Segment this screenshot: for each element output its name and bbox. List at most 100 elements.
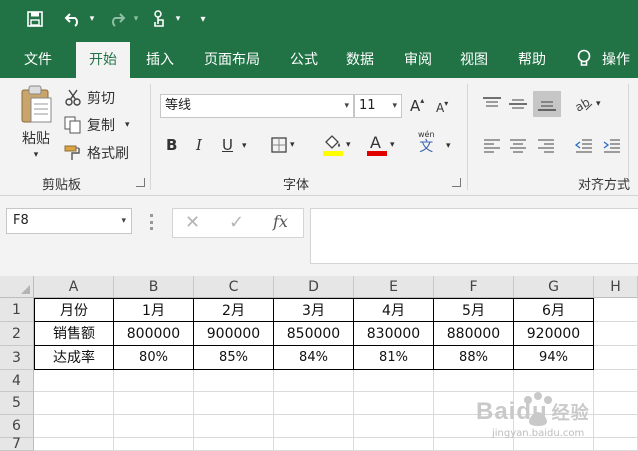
- touch-mode-dropdown-icon[interactable]: ▾: [172, 6, 184, 32]
- row-header-7[interactable]: 7: [0, 437, 34, 451]
- font-size-select[interactable]: 11 ▾: [354, 94, 402, 118]
- column-header-g[interactable]: G: [514, 276, 594, 298]
- name-box[interactable]: F8 ▾: [6, 208, 132, 234]
- cell-f1[interactable]: 5月: [434, 298, 514, 322]
- undo-dropdown-icon[interactable]: ▾: [86, 6, 98, 32]
- cell-d6[interactable]: [274, 415, 354, 438]
- middle-align-button[interactable]: [508, 94, 528, 114]
- cell-b1[interactable]: 1月: [114, 298, 194, 322]
- row-header-4[interactable]: 4: [0, 370, 34, 392]
- cell-f3[interactable]: 88%: [434, 346, 514, 370]
- paste-dropdown-icon[interactable]: ▾: [34, 150, 39, 160]
- tab-help[interactable]: 帮助: [506, 42, 558, 78]
- decrease-indent-button[interactable]: [574, 136, 594, 156]
- cut-button[interactable]: 剪切: [64, 88, 115, 108]
- align-right-button[interactable]: [536, 136, 556, 156]
- bottom-align-button[interactable]: [533, 91, 561, 117]
- column-header-a[interactable]: A: [34, 276, 114, 298]
- column-header-h[interactable]: H: [594, 276, 638, 298]
- select-all-button[interactable]: [0, 276, 34, 298]
- column-header-f[interactable]: F: [434, 276, 514, 298]
- cell-c2[interactable]: 900000: [194, 322, 274, 346]
- cell-g2[interactable]: 920000: [514, 322, 594, 346]
- save-icon[interactable]: [22, 6, 48, 32]
- italic-button[interactable]: I: [196, 134, 202, 156]
- cell-e4[interactable]: [354, 370, 434, 392]
- formula-input[interactable]: [310, 208, 638, 264]
- borders-button[interactable]: ▾: [270, 134, 295, 156]
- cell-d2[interactable]: 850000: [274, 322, 354, 346]
- fill-color-button[interactable]: ▾: [322, 132, 351, 158]
- cell-a5[interactable]: [34, 392, 114, 415]
- column-header-d[interactable]: D: [274, 276, 354, 298]
- cell-e5[interactable]: [354, 392, 434, 415]
- cell-e6[interactable]: [354, 415, 434, 438]
- cell-d3[interactable]: 84%: [274, 346, 354, 370]
- touch-mode-icon[interactable]: [146, 6, 172, 32]
- cell-a3[interactable]: 达成率: [34, 346, 114, 370]
- row-header-5[interactable]: 5: [0, 392, 34, 415]
- row-header-2[interactable]: 2: [0, 322, 34, 346]
- cell-c1[interactable]: 2月: [194, 298, 274, 322]
- clipboard-launcher-icon[interactable]: [136, 178, 145, 187]
- increase-indent-button[interactable]: [602, 136, 622, 156]
- align-center-button[interactable]: [508, 136, 528, 156]
- cell-d4[interactable]: [274, 370, 354, 392]
- cell-b4[interactable]: [114, 370, 194, 392]
- font-color-button[interactable]: A ▾: [366, 132, 395, 158]
- cell-d1[interactable]: 3月: [274, 298, 354, 322]
- tab-file[interactable]: 文件: [12, 42, 64, 78]
- tell-me-search[interactable]: 操作: [602, 42, 638, 78]
- format-painter-button[interactable]: 格式刷: [64, 143, 129, 163]
- column-header-b[interactable]: B: [114, 276, 194, 298]
- cell-e3[interactable]: 81%: [354, 346, 434, 370]
- cell-e1[interactable]: 4月: [354, 298, 434, 322]
- font-launcher-icon[interactable]: [452, 178, 461, 187]
- cell-d5[interactable]: [274, 392, 354, 415]
- copy-button[interactable]: 复制 ▾: [64, 115, 130, 135]
- cell-e7[interactable]: [354, 438, 434, 451]
- undo-icon[interactable]: [60, 6, 86, 32]
- cell-c4[interactable]: [194, 370, 274, 392]
- cell-c6[interactable]: [194, 415, 274, 438]
- tab-formulas[interactable]: 公式: [280, 42, 328, 78]
- cell-b6[interactable]: [114, 415, 194, 438]
- row-header-6[interactable]: 6: [0, 415, 34, 438]
- cell-a2[interactable]: 销售额: [34, 322, 114, 346]
- tab-review[interactable]: 审阅: [394, 42, 442, 78]
- cell-c3[interactable]: 85%: [194, 346, 274, 370]
- underline-dropdown-icon[interactable]: ▾: [242, 136, 247, 156]
- cell-h1[interactable]: [594, 298, 638, 322]
- row-header-3[interactable]: 3: [0, 346, 34, 370]
- copy-dropdown-icon[interactable]: ▾: [125, 120, 130, 130]
- font-name-select[interactable]: 等线 ▾: [160, 94, 354, 118]
- lightbulb-icon[interactable]: [574, 48, 594, 70]
- tab-home[interactable]: 开始: [76, 42, 130, 78]
- tab-page-layout[interactable]: 页面布局: [194, 42, 270, 78]
- cell-f2[interactable]: 880000: [434, 322, 514, 346]
- cell-e2[interactable]: 830000: [354, 322, 434, 346]
- tab-insert[interactable]: 插入: [136, 42, 184, 78]
- cell-b2[interactable]: 800000: [114, 322, 194, 346]
- tab-view[interactable]: 视图: [450, 42, 498, 78]
- align-left-button[interactable]: [482, 136, 502, 156]
- grow-font-button[interactable]: A ▴: [410, 96, 424, 116]
- cell-a1[interactable]: 月份: [34, 298, 114, 322]
- row-header-1[interactable]: 1: [0, 298, 34, 322]
- cell-b3[interactable]: 80%: [114, 346, 194, 370]
- cell-a4[interactable]: [34, 370, 114, 392]
- cell-a6[interactable]: [34, 415, 114, 438]
- cell-b5[interactable]: [114, 392, 194, 415]
- cell-c5[interactable]: [194, 392, 274, 415]
- cell-g1[interactable]: 6月: [514, 298, 594, 322]
- name-box-dropdown-icon[interactable]: ▾: [121, 209, 126, 233]
- cell-h2[interactable]: [594, 322, 638, 346]
- cell-a7[interactable]: [34, 438, 114, 451]
- column-header-e[interactable]: E: [354, 276, 434, 298]
- phonetic-button[interactable]: wén 文: [418, 130, 435, 158]
- top-align-button[interactable]: [482, 94, 502, 114]
- insert-function-button[interactable]: fx: [273, 212, 288, 231]
- shrink-font-button[interactable]: A ▾: [436, 98, 448, 118]
- cell-d7[interactable]: [274, 438, 354, 451]
- tab-data[interactable]: 数据: [336, 42, 384, 78]
